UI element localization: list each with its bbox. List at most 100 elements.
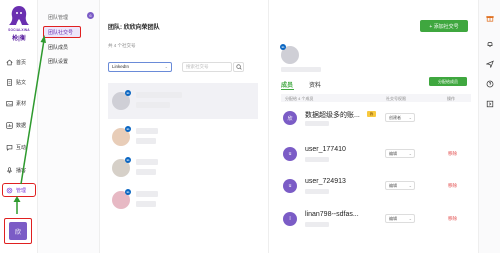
account-name-placeholder xyxy=(281,67,321,72)
account-name-placeholder xyxy=(136,92,182,98)
right-toolbar xyxy=(478,0,500,253)
add-account-button[interactable]: + 添加社交号 xyxy=(420,20,468,32)
settings-icon xyxy=(6,187,13,193)
nav-item-label: 互动 xyxy=(16,144,27,151)
page-title: 团队: 欣欣向荣团队 xyxy=(108,25,160,31)
brand-logo xyxy=(9,6,29,25)
linkedin-icon: in xyxy=(280,44,286,50)
member-meta-placeholder xyxy=(305,121,329,126)
tab-members[interactable]: 成员 xyxy=(281,80,293,89)
account-name-placeholder xyxy=(136,159,158,165)
chart-icon xyxy=(6,121,13,129)
team-subnav: 团队管理 6 团队社交号 团队成员 团队设置 xyxy=(38,0,100,253)
member-name: user_177410 xyxy=(305,146,346,153)
tab-profile[interactable]: 资料 xyxy=(309,80,321,89)
nav-item-label: 素材 xyxy=(16,100,27,107)
avatar: u xyxy=(283,179,297,193)
bell-icon[interactable] xyxy=(486,40,494,48)
role-value: 编辑 xyxy=(389,216,397,221)
expand-icon[interactable] xyxy=(486,100,494,108)
account-meta-placeholder xyxy=(136,201,156,207)
search-input[interactable]: 搜索社交号 xyxy=(182,62,232,72)
member-row: 欣 数据超级多的账... 我 创建者 ⌄ xyxy=(281,104,471,134)
member-meta-placeholder xyxy=(305,222,329,227)
account-name-placeholder xyxy=(136,128,158,134)
account-list-item[interactable]: in xyxy=(108,83,258,119)
nav-item-management[interactable]: 管理 xyxy=(2,183,36,197)
filter-value: LinkedIn xyxy=(112,64,130,69)
avatar: 欣 xyxy=(283,111,297,125)
member-name: linan798--sdfas... xyxy=(305,211,359,218)
search-button[interactable] xyxy=(233,62,244,72)
brand-name-en: SOCIALXINA xyxy=(8,28,30,32)
user-avatar-button[interactable]: 欣 xyxy=(4,218,32,244)
column-header: 操作 xyxy=(447,95,455,101)
members-table-header: 分配给 4 个成员 社交号权限 操作 xyxy=(281,94,471,102)
subnav-badge: 6 xyxy=(87,12,94,19)
main-sidebar: SOCIALXINA 枪|衡 首页 贴文 素材 数据 互动 播客 管理 欣 xyxy=(0,0,38,253)
column-header: 社交号权限 xyxy=(386,95,406,101)
account-meta-placeholder xyxy=(136,138,156,144)
role-value: 创建者 xyxy=(389,115,401,120)
chevron-down-icon: ⌄ xyxy=(408,216,412,221)
avatar: 欣 xyxy=(9,222,27,240)
search-icon xyxy=(235,64,242,70)
subnav-item-team-members[interactable]: 团队成员 xyxy=(48,44,68,51)
member-row: u user_177410 编辑 ⌄ 移除 xyxy=(281,140,471,170)
member-row: u user_724913 编辑 ⌄ 移除 xyxy=(281,172,471,202)
chevron-down-icon: ⌄ xyxy=(408,183,412,188)
linkedin-icon: in xyxy=(125,126,131,132)
account-detail-panel: + 添加社交号 in 成员 资料 分配给成员 分配给 4 个成员 社交号权限 操… xyxy=(268,0,478,253)
tab-underline xyxy=(281,89,294,90)
role-select[interactable]: 编辑 ⌄ xyxy=(385,181,415,190)
account-list-item[interactable]: in xyxy=(108,150,258,186)
document-icon xyxy=(7,78,12,86)
gift-icon[interactable] xyxy=(486,14,494,22)
role-select[interactable]: 编辑 ⌄ xyxy=(385,149,415,158)
chevron-down-icon: ⌄ xyxy=(164,64,168,69)
nav-item-label: 播客 xyxy=(16,167,27,174)
nav-item-interaction[interactable]: 互动 xyxy=(3,140,36,154)
account-meta-placeholder xyxy=(136,102,170,108)
help-icon[interactable] xyxy=(486,80,494,88)
nav-item-label: 管理 xyxy=(16,187,27,194)
avatar: u xyxy=(283,147,297,161)
member-row: l linan798--sdfas... 编辑 ⌄ 移除 xyxy=(281,205,471,235)
team-accounts-panel: 团队: 欣欣向荣团队 共 4 个社交号 LinkedIn ⌄ 搜索社交号 in … xyxy=(100,0,268,253)
nav-item-podcast[interactable]: 播客 xyxy=(3,163,36,177)
role-value: 编辑 xyxy=(389,151,397,156)
linkedin-icon: in xyxy=(125,157,131,163)
role-value: 编辑 xyxy=(389,183,397,188)
remove-member-button[interactable]: 移除 xyxy=(448,216,457,222)
remove-member-button[interactable]: 移除 xyxy=(448,183,457,189)
account-count: 共 4 个社交号 xyxy=(108,43,136,48)
chevron-down-icon: ⌄ xyxy=(408,151,412,156)
assign-to-member-button[interactable]: 分配给成员 xyxy=(429,77,467,86)
platform-filter-select[interactable]: LinkedIn ⌄ xyxy=(108,62,172,72)
nav-item-home[interactable]: 首页 xyxy=(3,55,36,69)
account-meta-placeholder xyxy=(136,169,156,175)
account-list-item[interactable]: in xyxy=(108,182,258,218)
member-name: user_724913 xyxy=(305,178,346,185)
subnav-item-team-accounts[interactable]: 团队社交号 xyxy=(43,26,81,38)
self-badge: 我 xyxy=(367,111,376,117)
subnav-item-team-settings[interactable]: 团队设置 xyxy=(48,58,68,65)
member-meta-placeholder xyxy=(305,157,329,162)
podcast-icon xyxy=(7,166,12,173)
nav-item-data[interactable]: 数据 xyxy=(3,118,36,132)
member-name: 数据超级多的账... xyxy=(305,112,360,119)
subnav-header: 团队管理 xyxy=(48,15,69,21)
avatar: l xyxy=(283,212,297,226)
nav-item-posts[interactable]: 贴文 xyxy=(3,75,36,89)
linkedin-icon: in xyxy=(125,189,131,195)
chat-icon xyxy=(6,144,13,151)
remove-member-button[interactable]: 移除 xyxy=(448,151,457,157)
nav-item-assets[interactable]: 素材 xyxy=(3,96,36,110)
nav-item-label: 数据 xyxy=(16,122,27,129)
role-select[interactable]: 创建者 ⌄ xyxy=(385,113,415,122)
nav-item-label: 贴文 xyxy=(16,79,27,86)
home-icon xyxy=(6,59,13,65)
role-select[interactable]: 编辑 ⌄ xyxy=(385,214,415,223)
send-icon[interactable] xyxy=(486,60,494,68)
nav-item-label: 首页 xyxy=(16,59,27,66)
